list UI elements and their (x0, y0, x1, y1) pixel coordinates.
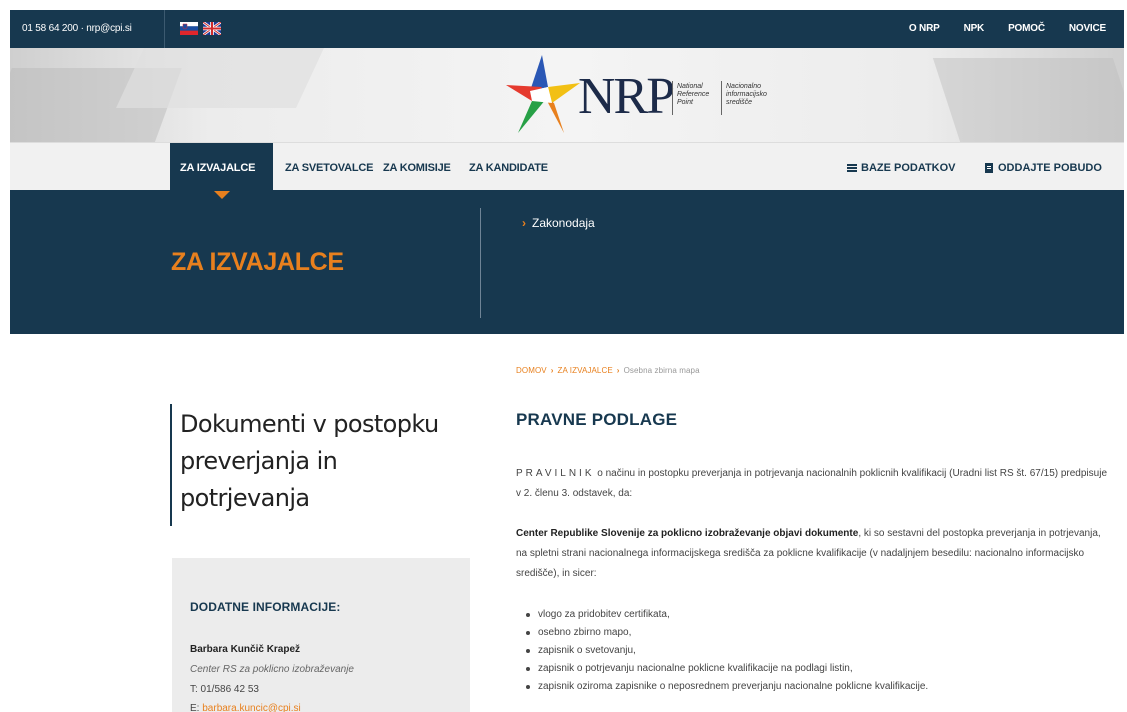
top-bar: 01 58 64 200 · nrp@cpi.si O NRP NPK POMO… (10, 10, 1124, 48)
star-logo-icon (506, 55, 580, 133)
banner-decoration (932, 58, 1124, 142)
contact-phone: T: 01/586 42 53 (190, 684, 259, 695)
sidebar-title: Dokumenti v postopku preverjanja in potr… (180, 406, 439, 517)
nav-za-svetovalce[interactable]: ZA SVETOVALCE (285, 162, 373, 174)
nrp-logo[interactable]: NRP National Reference Point Nacionalno … (502, 53, 802, 137)
list-item: zapisnik o svetovanju, (526, 642, 928, 660)
list-item: zapisnik o potrjevanju nacionalne poklic… (526, 660, 928, 678)
content-heading: PRAVNE PODLAGE (516, 410, 678, 429)
chevron-right-icon: › (550, 366, 554, 375)
slovenian-flag-icon[interactable] (180, 22, 198, 35)
contact-info[interactable]: 01 58 64 200 · nrp@cpi.si (22, 23, 132, 34)
list-item: vlogo za pridobitev certifikata, (526, 606, 928, 624)
contact-name: Barbara Kunčič Krapež (190, 644, 301, 655)
topnav-novice[interactable]: NOVICE (1069, 23, 1106, 34)
chevron-right-icon: › (616, 366, 620, 375)
header-banner: NRP National Reference Point Nacionalno … (10, 48, 1124, 142)
chevron-right-icon: › (522, 216, 526, 230)
submenu-zakonodaja-label: Zakonodaja (532, 216, 595, 230)
logo-subtitle-line: informacijsko (726, 91, 767, 98)
contact-email-link[interactable]: barbara.kuncic@cpi.si (202, 703, 301, 712)
nav-za-komisije[interactable]: ZA KOMISIJE (383, 162, 451, 174)
list-item: osebno zbirno mapo, (526, 624, 928, 642)
logo-subtitle-line: središče (726, 99, 753, 106)
breadcrumb-current: Osebna zbirna mapa (623, 366, 700, 375)
contact-email: E: barbara.kuncic@cpi.si (190, 703, 301, 712)
nav-za-izvajalce[interactable]: ZA IZVAJALCE (180, 162, 255, 174)
sidebar-title-line: potrjevanja (180, 484, 310, 512)
list-item: zapisnik oziroma zapisnike o neposrednem… (526, 678, 928, 696)
documents-list: vlogo za pridobitev certifikata, osebno … (526, 606, 928, 696)
logo-divider (721, 81, 722, 115)
breadcrumb-section[interactable]: ZA IZVAJALCE (558, 366, 613, 375)
paragraph-center: Center Republike Slovenije za poklicno i… (516, 524, 1111, 584)
nav-baze-podatkov[interactable]: BAZE PODATKOV (847, 162, 956, 174)
nav-baze-podatkov-label: BAZE PODATKOV (861, 162, 956, 174)
logo-subtitle-line: Reference (677, 91, 710, 98)
submenu-zakonodaja[interactable]: › Zakonodaja (522, 216, 595, 230)
nav-za-kandidate[interactable]: ZA KANDIDATE (469, 162, 548, 174)
hero-divider (480, 208, 481, 318)
paragraph-bold-text: Center Republike Slovenije za poklicno i… (516, 528, 859, 539)
paragraph-text: o načinu in postopku preverjanja in potr… (516, 468, 1107, 499)
active-tab-indicator (214, 191, 230, 199)
additional-info-box: DODATNE INFORMACIJE: Barbara Kunčič Krap… (172, 558, 470, 712)
logo-subtitle-line: Nacionalno (726, 83, 762, 90)
paragraph-pravilnik: PRAVILNIK o načinu in postopku preverjan… (516, 464, 1111, 504)
sidebar-title-block: Dokumenti v postopku preverjanja in potr… (170, 404, 470, 526)
logo-divider (672, 81, 673, 115)
pravilnik-label: PRAVILNIK (516, 468, 595, 479)
main-content: PRAVNE PODLAGE PRAVILNIK o načinu in pos… (516, 410, 1111, 692)
sidebar-title-line: preverjanja in (180, 447, 338, 475)
info-heading: DODATNE INFORMACIJE: (190, 600, 341, 614)
logo-title: NRP (578, 68, 675, 125)
banner-decoration (116, 48, 324, 108)
contact-organization: Center RS za poklicno izobraževanje (190, 664, 354, 675)
nav-oddajte-pobudo[interactable]: ODDAJTE POBUDO (984, 162, 1102, 174)
nav-oddajte-pobudo-label: ODDAJTE POBUDO (998, 162, 1102, 174)
section-title: ZA IZVAJALCE (171, 248, 344, 276)
uk-flag-icon[interactable] (203, 22, 221, 35)
section-hero: ZA IZVAJALCE › Zakonodaja (10, 190, 1124, 334)
logo-subtitle-line: Point (677, 99, 693, 106)
document-icon (985, 163, 993, 173)
logo-subtitle-line: National (677, 83, 703, 90)
logo-subtitle-en: National Reference Point (677, 83, 717, 107)
contact-email-label: E: (190, 703, 203, 712)
topnav-npk[interactable]: NPK (964, 23, 985, 34)
topnav-o-nrp[interactable]: O NRP (909, 23, 940, 34)
breadcrumb: DOMOV › ZA IZVAJALCE › Osebna zbirna mapa (516, 366, 700, 375)
logo-subtitle-si: Nacionalno informacijsko središče (726, 83, 786, 107)
topnav-pomoc[interactable]: POMOČ (1008, 23, 1045, 34)
sidebar-title-line: Dokumenti v postopku (180, 410, 439, 438)
database-icon (847, 164, 857, 172)
top-nav: O NRP NPK POMOČ NOVICE (909, 23, 1106, 34)
divider (164, 10, 165, 48)
breadcrumb-home[interactable]: DOMOV (516, 366, 547, 375)
main-nav: ZA IZVAJALCE ZA SVETOVALCE ZA KOMISIJE Z… (10, 142, 1124, 199)
